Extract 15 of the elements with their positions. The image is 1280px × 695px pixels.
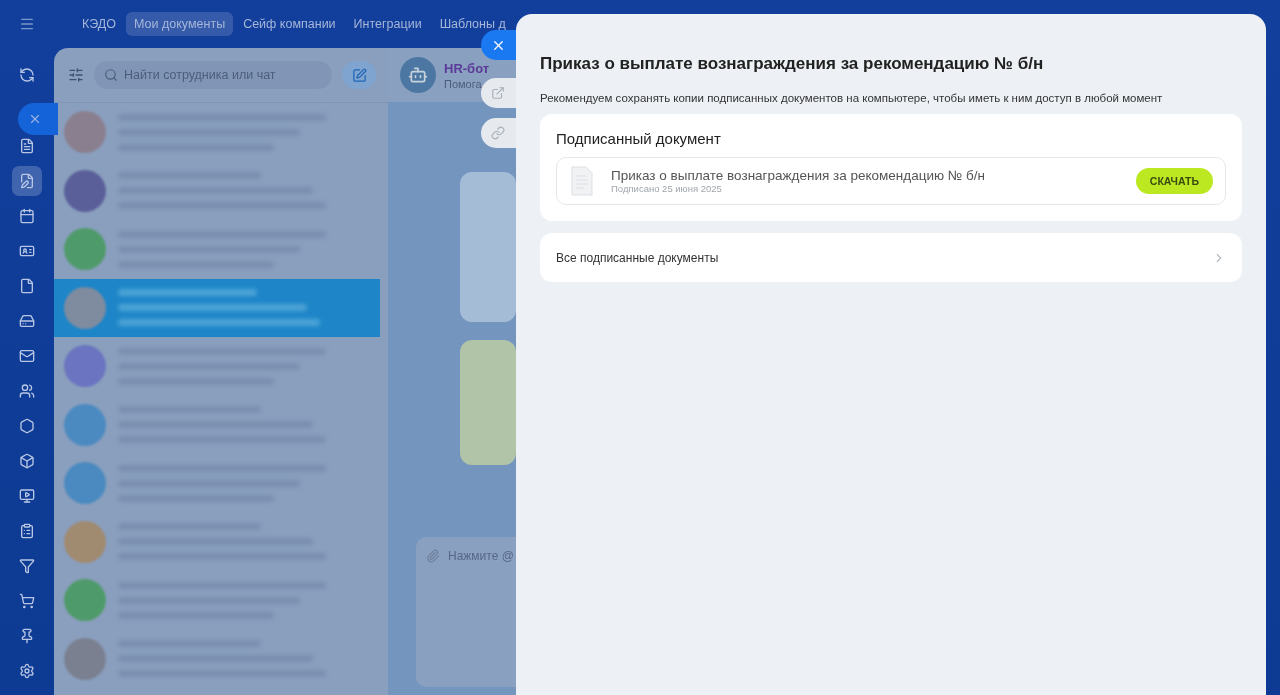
search-field[interactable]: Найти сотрудника или чат xyxy=(94,61,332,89)
all-documents-link[interactable]: Все подписанные документы xyxy=(540,233,1242,282)
nav-tab[interactable]: Мои документы xyxy=(126,12,234,36)
card-heading: Подписанный документ xyxy=(556,130,722,147)
panel-hint: Рекомендуем сохранять копии подписанных документов на компьютере, чтобы иметь к ним доступ в любой момент xyxy=(540,92,1164,104)
document-name: Приказ о выплате вознаграждения за рекомендацию № б/н xyxy=(611,168,986,183)
download-button[interactable]: СКАЧАТЬ xyxy=(1135,168,1213,194)
nav-tab[interactable]: КЭДО xyxy=(74,12,125,36)
document-date: Подписано 25 июня 2025 xyxy=(611,183,723,194)
nav-tab[interactable]: Интеграции xyxy=(345,12,430,36)
chat-subtitle: Помога xyxy=(444,77,483,90)
message-input[interactable]: Нажмите @ xyxy=(416,537,516,687)
nav-tab[interactable]: Сейф компании xyxy=(235,12,344,36)
chat-title: HR-бот xyxy=(444,60,490,76)
panel-title: Приказ о выплате вознаграждения за рекомендацию № б/н xyxy=(540,54,1045,74)
